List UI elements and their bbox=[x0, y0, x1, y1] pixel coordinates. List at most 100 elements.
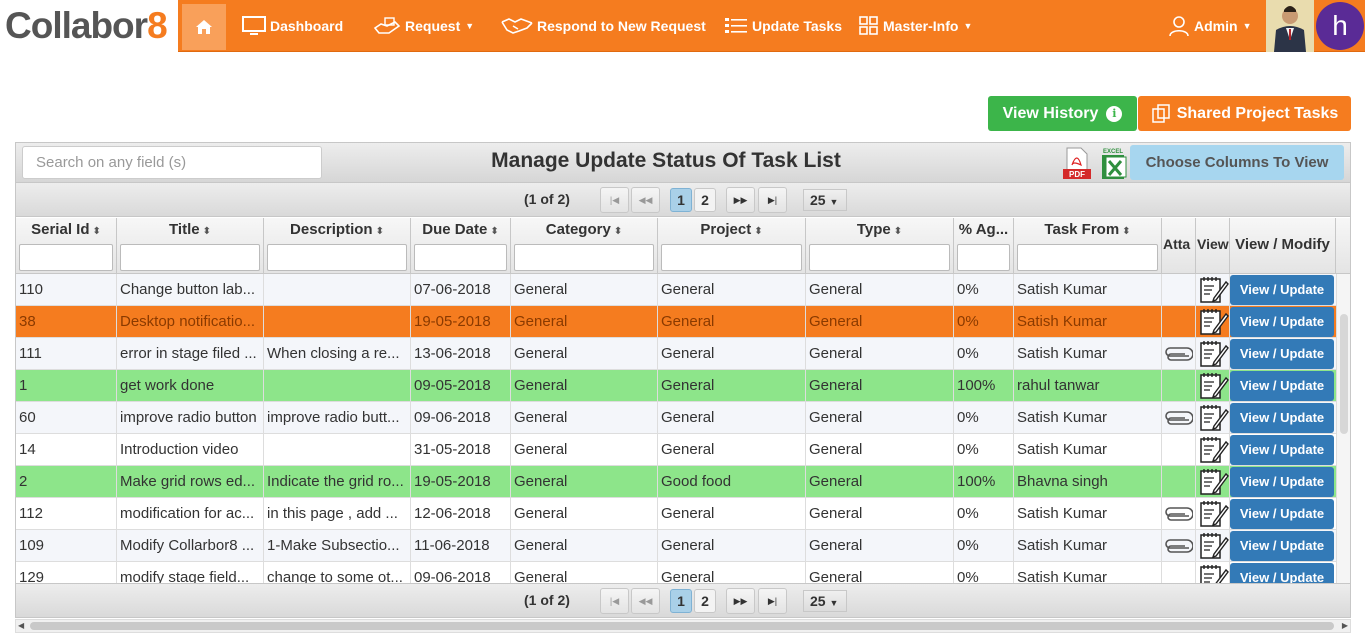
sort-icon[interactable]: ⬍ bbox=[614, 226, 622, 237]
filter-type[interactable] bbox=[809, 244, 950, 271]
col-serial-id[interactable]: Serial Id ⬍ bbox=[16, 218, 117, 274]
col-type[interactable]: Type ⬍ bbox=[806, 218, 954, 274]
scroll-thumb[interactable] bbox=[30, 622, 1334, 630]
edit-note-icon[interactable] bbox=[1199, 340, 1229, 368]
sort-icon[interactable]: ⬍ bbox=[376, 226, 384, 237]
view-update-button[interactable]: View / Update bbox=[1230, 435, 1334, 465]
paperclip-icon[interactable] bbox=[1163, 507, 1193, 521]
sort-icon[interactable]: ⬍ bbox=[203, 226, 211, 237]
nav-dashboard[interactable]: Dashboard bbox=[242, 0, 343, 52]
vertical-scrollbar[interactable] bbox=[1336, 274, 1350, 583]
edit-note-icon[interactable] bbox=[1199, 564, 1229, 583]
app-logo[interactable]: Collabor 8 bbox=[0, 0, 178, 52]
view-update-button[interactable]: View / Update bbox=[1230, 339, 1334, 369]
view-history-button[interactable]: View History i bbox=[988, 96, 1137, 131]
view-update-button[interactable]: View / Update bbox=[1230, 467, 1334, 497]
prev-page-button[interactable]: ◀◀ bbox=[631, 588, 660, 614]
prev-page-button[interactable]: ◀◀ bbox=[631, 187, 660, 213]
nav-master-info[interactable]: Master-Info ▼ bbox=[859, 0, 972, 52]
nav-update-tasks[interactable]: Update Tasks bbox=[724, 0, 842, 52]
paperclip-icon[interactable] bbox=[1163, 347, 1193, 361]
avatar[interactable]: h bbox=[1316, 2, 1364, 50]
table-row[interactable]: 38 Desktop notificatio... 19-05-2018 Genera… bbox=[16, 306, 1336, 338]
filter-due-date[interactable] bbox=[414, 244, 507, 271]
filter-title[interactable] bbox=[120, 244, 260, 271]
home-button[interactable] bbox=[182, 4, 226, 50]
view-update-button[interactable]: View / Update bbox=[1230, 307, 1334, 337]
view-update-button[interactable]: View / Update bbox=[1230, 403, 1334, 433]
filter-task-from[interactable] bbox=[1017, 244, 1158, 271]
page-2-button[interactable]: 2 bbox=[694, 589, 716, 613]
cell-serial-id: 129 bbox=[16, 562, 117, 583]
next-page-button[interactable]: ▶▶ bbox=[726, 588, 755, 614]
col-due-date[interactable]: Due Date ⬍ bbox=[411, 218, 511, 274]
filter-project[interactable] bbox=[661, 244, 802, 271]
edit-note-icon[interactable] bbox=[1199, 532, 1229, 560]
pdf-export-icon[interactable]: PDF bbox=[1061, 147, 1093, 183]
last-page-button[interactable]: ▶| bbox=[758, 187, 787, 213]
filter-serial-id[interactable] bbox=[19, 244, 113, 271]
view-update-button[interactable]: View / Update bbox=[1230, 499, 1334, 529]
filter-category[interactable] bbox=[514, 244, 654, 271]
col-project[interactable]: Project ⬍ bbox=[658, 218, 806, 274]
edit-note-icon[interactable] bbox=[1199, 372, 1229, 400]
edit-note-icon[interactable] bbox=[1199, 308, 1229, 336]
col-task-from[interactable]: Task From ⬍ bbox=[1014, 218, 1162, 274]
page-size-select[interactable]: 25 ▼ bbox=[803, 189, 847, 211]
horizontal-scrollbar[interactable]: ◀ ▶ bbox=[15, 619, 1351, 633]
filter-percent[interactable] bbox=[957, 244, 1010, 271]
col-category[interactable]: Category ⬍ bbox=[511, 218, 658, 274]
table-row[interactable]: 2 Make grid rows ed... Indicate the grid r… bbox=[16, 466, 1336, 498]
next-page-button[interactable]: ▶▶ bbox=[726, 187, 755, 213]
edit-note-icon[interactable] bbox=[1199, 436, 1229, 464]
filter-description[interactable] bbox=[267, 244, 407, 271]
paperclip-icon[interactable] bbox=[1163, 411, 1193, 425]
cell-title: error in stage filed ... bbox=[117, 338, 264, 370]
first-page-button[interactable]: |◀ bbox=[600, 187, 629, 213]
choose-columns-button[interactable]: Choose Columns To View bbox=[1130, 145, 1344, 180]
cell-description bbox=[264, 274, 411, 306]
sort-icon[interactable]: ⬍ bbox=[490, 226, 498, 237]
page-2-button[interactable]: 2 bbox=[694, 188, 716, 212]
sort-icon[interactable]: ⬍ bbox=[92, 226, 100, 237]
sort-icon[interactable]: ⬍ bbox=[754, 226, 762, 237]
edit-note-icon[interactable] bbox=[1199, 404, 1229, 432]
view-update-button[interactable]: View / Update bbox=[1230, 531, 1334, 561]
view-update-button[interactable]: View / Update bbox=[1230, 275, 1334, 305]
first-page-button[interactable]: |◀ bbox=[600, 588, 629, 614]
edit-note-icon[interactable] bbox=[1199, 276, 1229, 304]
excel-export-icon[interactable]: EXCEL bbox=[1098, 147, 1128, 183]
last-page-button[interactable]: ▶| bbox=[758, 588, 787, 614]
table-row[interactable]: 129 modify stage field... change to some o… bbox=[16, 562, 1336, 583]
col-description[interactable]: Description ⬍ bbox=[264, 218, 411, 274]
page-1-button[interactable]: 1 bbox=[670, 188, 692, 212]
table-row[interactable]: 60 improve radio button improve radio butt… bbox=[16, 402, 1336, 434]
sort-icon[interactable]: ⬍ bbox=[1122, 226, 1130, 237]
scroll-left-icon[interactable]: ◀ bbox=[18, 620, 24, 632]
admin-menu[interactable]: Admin ▼ bbox=[1168, 0, 1251, 52]
scroll-thumb[interactable] bbox=[1340, 314, 1348, 434]
view-update-button[interactable]: View / Update bbox=[1230, 563, 1334, 583]
col-percent[interactable]: % Ag... bbox=[954, 218, 1014, 274]
edit-note-icon[interactable] bbox=[1199, 468, 1229, 496]
table-row[interactable]: 1 get work done 09-05-2018 General General Ge… bbox=[16, 370, 1336, 402]
user-photo[interactable] bbox=[1266, 0, 1314, 52]
sort-icon[interactable]: ⬍ bbox=[894, 226, 902, 237]
shared-project-tasks-button[interactable]: Shared Project Tasks bbox=[1138, 96, 1351, 131]
table-row[interactable]: 14 Introduction video 31-05-2018 General Gen… bbox=[16, 434, 1336, 466]
search-input[interactable]: Search on any field (s) bbox=[22, 146, 322, 179]
table-row[interactable]: 109 Modify Collarbor8 ... 1-Make Subsectio… bbox=[16, 530, 1336, 562]
page-size-select[interactable]: 25 ▼ bbox=[803, 590, 847, 612]
table-row[interactable]: 111 error in stage filed ... When closing … bbox=[16, 338, 1336, 370]
edit-note-icon[interactable] bbox=[1199, 500, 1229, 528]
nav-respond[interactable]: Respond to New Request bbox=[501, 0, 706, 52]
table-row[interactable]: 110 Change button lab... 07-06-2018 General… bbox=[16, 274, 1336, 306]
scroll-right-icon[interactable]: ▶ bbox=[1342, 620, 1348, 632]
nav-request[interactable]: Request ▼ bbox=[373, 0, 474, 52]
view-update-button[interactable]: View / Update bbox=[1230, 371, 1334, 401]
paperclip-icon[interactable] bbox=[1163, 539, 1193, 553]
page-1-button[interactable]: 1 bbox=[670, 589, 692, 613]
cell-description bbox=[264, 370, 411, 402]
table-row[interactable]: 112 modification for ac... in this page , … bbox=[16, 498, 1336, 530]
col-title[interactable]: Title ⬍ bbox=[117, 218, 264, 274]
